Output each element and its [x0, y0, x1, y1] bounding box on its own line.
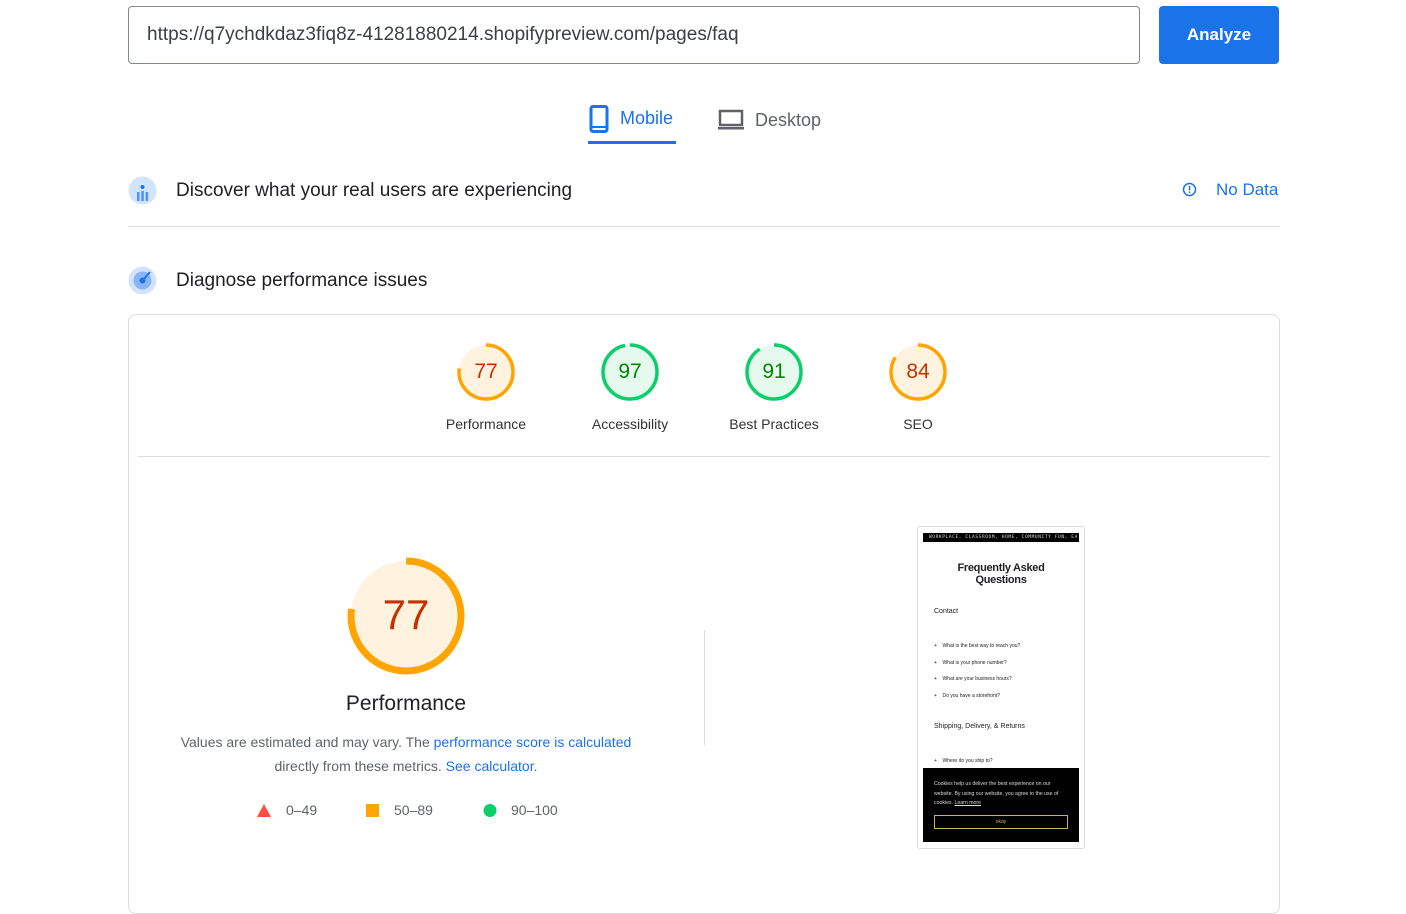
tab-desktop[interactable]: Desktop: [717, 96, 821, 144]
legend-pass: 90–100: [483, 802, 558, 818]
field-data-icon: [128, 176, 157, 205]
legend-label: 0–49: [286, 802, 318, 818]
legend-fail: 0–49: [256, 802, 317, 818]
gauge-label: Performance: [445, 416, 527, 432]
lab-data-title: Diagnose performance issues: [176, 270, 428, 291]
page-screenshot: WORKPLACE, CLASSROOM, HOME, COMMUNITY FU…: [917, 526, 1085, 849]
divider: [128, 226, 1280, 227]
performance-title: Performance: [345, 692, 467, 715]
tab-mobile[interactable]: Mobile: [588, 96, 676, 144]
score-gauge-accessibility[interactable]: 97 Accessibility: [570, 342, 690, 432]
smartphone-icon: [589, 104, 609, 133]
performance-score-large: 77: [382, 591, 430, 638]
see-calculator-link[interactable]: See calculator.: [446, 758, 538, 774]
faq-section: Contact: [934, 608, 959, 615]
faq-question: + Do you have a storefront?: [934, 692, 1001, 699]
score-gauge-best-practices[interactable]: 91 Best Practices: [714, 342, 834, 432]
gauge-score: 77: [474, 360, 498, 383]
score-calculated-link[interactable]: performance score is calculated: [434, 734, 632, 750]
divider: [138, 456, 1270, 457]
desc-text: Values are estimated and may vary. The: [180, 734, 434, 750]
triangle-icon: [257, 804, 271, 817]
faq-section: Shipping, Delivery, & Returns: [934, 723, 1025, 730]
gauge-score: 84: [906, 360, 930, 383]
gauge-label: Best Practices: [729, 416, 819, 432]
desc-text: directly from these metrics.: [274, 758, 446, 774]
no-data-link[interactable]: No Data: [1216, 180, 1278, 200]
field-data-title: Discover what your real users are experi…: [176, 180, 573, 201]
faq-title: Frequently Asked Questions: [957, 562, 1045, 586]
gauge-label: SEO: [903, 416, 933, 432]
gauge-score: 91: [762, 360, 786, 383]
score-gauge-seo[interactable]: 84 SEO: [858, 342, 978, 432]
gauge-label: Accessibility: [591, 416, 669, 432]
url-input[interactable]: [128, 6, 1140, 64]
legend-label: 90–100: [511, 802, 558, 818]
faq-question: + What is your phone number?: [934, 659, 1007, 666]
cookie-banner: Cookies help us deliver the best experie…: [923, 768, 1079, 842]
info-icon: [1182, 182, 1197, 197]
legend-label: 50–89: [394, 802, 433, 818]
score-gauge-performance[interactable]: 77 Performance: [426, 342, 546, 432]
circle-icon: [483, 804, 497, 817]
cookie-okay-button: okay: [934, 814, 1068, 829]
gauge-score: 97: [618, 360, 642, 383]
performance-description: Values are estimated and may vary. The p…: [160, 730, 652, 778]
square-icon: [366, 804, 379, 817]
faq-question: + What is the best way to reach you?: [934, 643, 1021, 649]
vertical-divider: [704, 630, 705, 745]
tab-label: Desktop: [755, 109, 822, 130]
faq-question: + What are your business hours?: [934, 676, 1012, 682]
announcement-bar: WORKPLACE, CLASSROOM, HOME, COMMUNITY FU…: [923, 533, 1079, 542]
legend-average: 50–89: [366, 802, 433, 818]
analyze-button[interactable]: Analyze: [1159, 6, 1279, 64]
laptop-icon: [718, 109, 744, 130]
report-card: 77 Performance 97 Accessibility 91 Best Pract…: [128, 314, 1280, 914]
lab-data-icon: [128, 266, 157, 295]
tab-label: Mobile: [620, 108, 674, 128]
